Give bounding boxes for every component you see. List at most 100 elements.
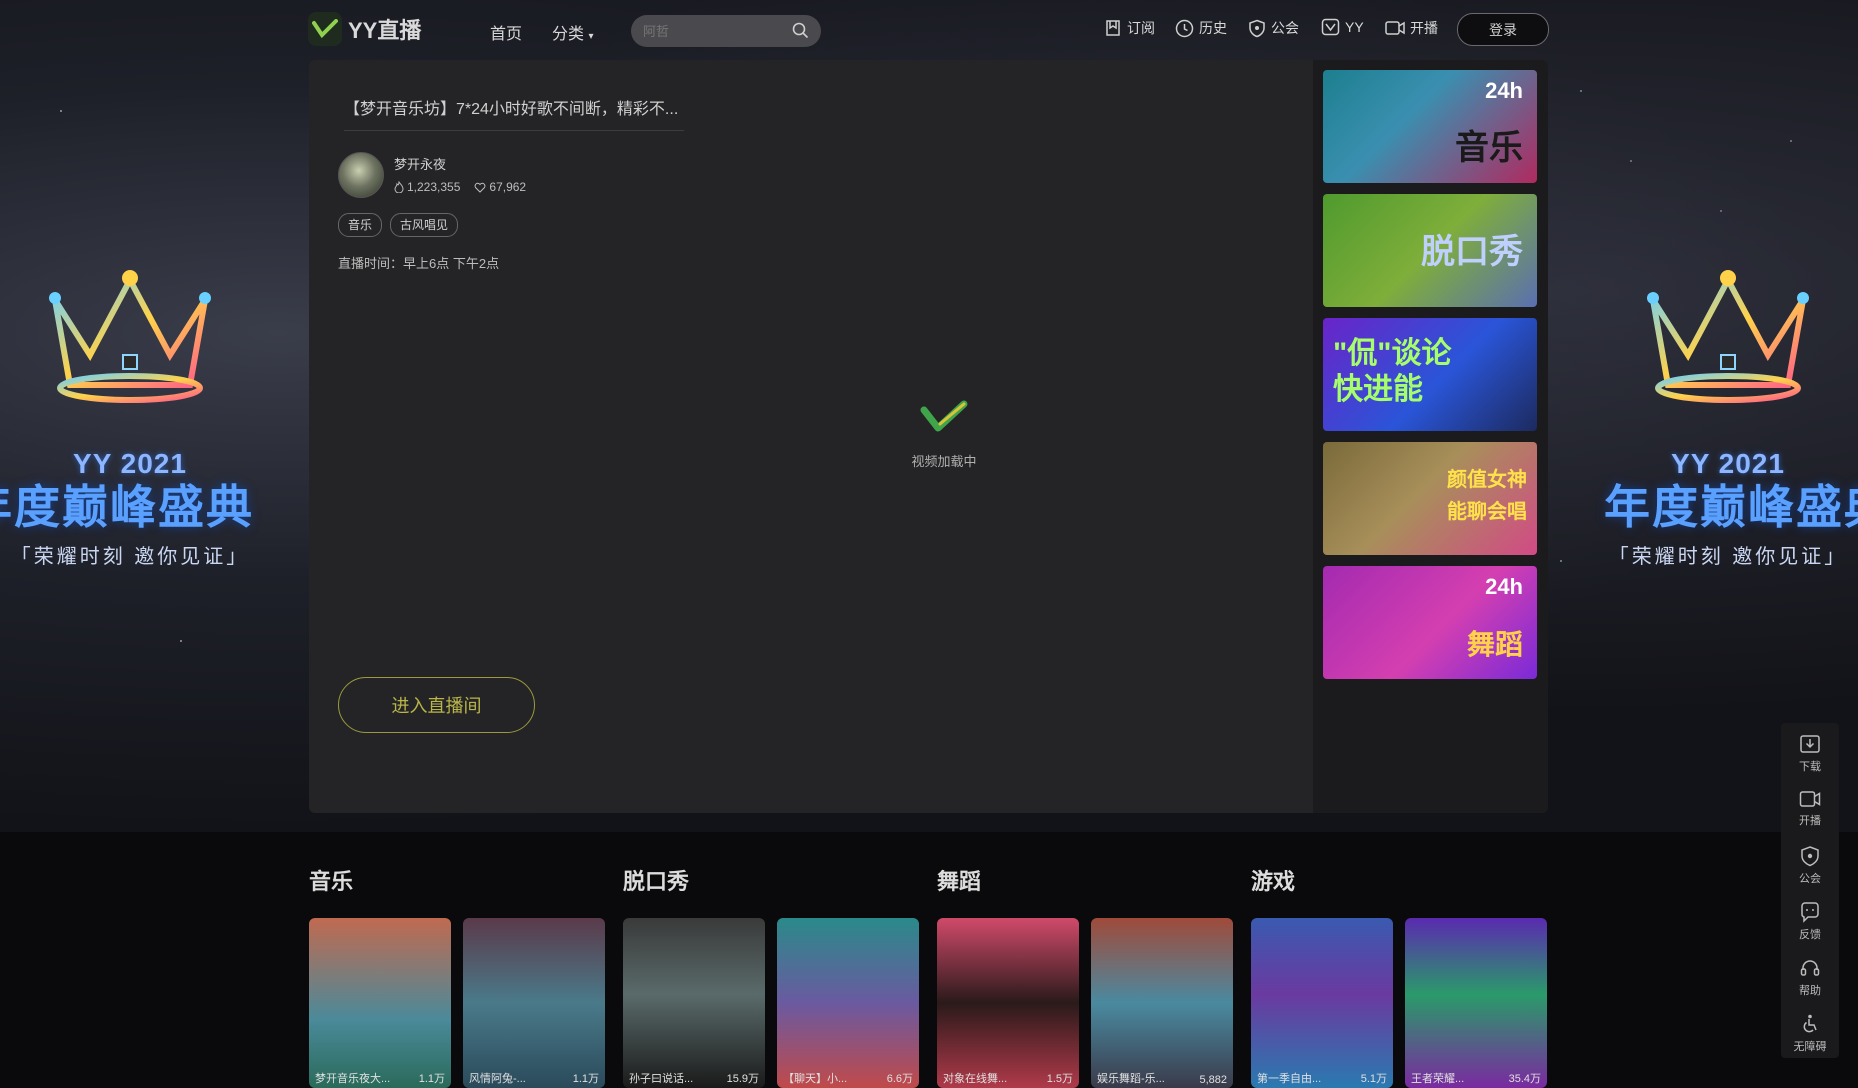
card-title: 王者荣耀... [1411,1073,1465,1085]
card-title: 第一季自由... [1257,1073,1322,1085]
room-title: 【梦开音乐坊】7*24小时好歌不间断，精彩不... [344,90,684,131]
nav-category[interactable]: 分类 ▾ [552,20,594,44]
toolbar-help[interactable]: 帮助 [1781,957,1839,998]
category-talkshow: 脱口秀 孙子曰说话... 15.9万 【聊天】小... 6.6万 [623,864,919,1088]
nav-history-label: 历史 [1199,20,1227,36]
thumb-badge: 24h [1485,574,1523,599]
enter-room-button[interactable]: 进入直播间 [338,677,535,733]
live-card[interactable]: 王者荣耀... 35.4万 [1405,918,1547,1088]
toolbar-feedback[interactable]: 反馈 [1781,901,1839,942]
video-camera-icon [1385,21,1405,35]
live-card[interactable]: 孙子曰说话... 15.9万 [623,918,765,1088]
toolbar-accessibility[interactable]: 无障碍 [1781,1013,1839,1054]
nav-start-live-label: 开播 [1410,20,1438,36]
event-name: 年度巅峰盛典 [0,481,254,533]
event-banner-left: YY 2021 年度巅峰盛典 「荣耀时刻 邀你见证」 [0,260,260,590]
card-viewers: 5,882 [1199,1074,1227,1086]
heart-icon [474,182,486,193]
nav-yy[interactable]: YY [1321,18,1364,36]
toolbar-guild[interactable]: 公会 [1781,845,1839,886]
category-dance: 舞蹈 对象在线舞... 1.5万 娱乐舞蹈-乐... 5,882 [937,864,1233,1088]
nav-home[interactable]: 首页 [490,20,522,44]
live-card[interactable]: 第一季自由... 5.1万 [1251,918,1393,1088]
crown-icon [1633,260,1823,420]
category-title[interactable]: 舞蹈 [937,864,1233,896]
loading-indicator: 视频加载中 [874,400,1014,470]
video-player[interactable]: 【梦开音乐坊】7*24小时好歌不间断，精彩不... 梦开永夜 1,223,355… [309,60,1313,813]
recommended-room-thumb[interactable]: 颜值女神 能聊会唱 [1323,442,1537,555]
card-title: 风情阿兔-... [469,1073,526,1085]
yy-loading-icon [920,400,968,432]
tag-ancient-style[interactable]: 古风唱见 [390,213,459,237]
category-game: 游戏 第一季自由... 5.1万 王者荣耀... 35.4万 [1251,864,1547,1088]
recommended-rooms: 24h 音乐 脱口秀 "侃"谈论 快进能 颜值女神 能聊会唱 24h 舞蹈 [1313,60,1548,813]
wheelchair-icon [1803,1014,1817,1033]
category-title[interactable]: 游戏 [1251,864,1547,896]
card-viewers: 35.4万 [1508,1073,1541,1085]
yy-app-icon [1321,18,1340,36]
event-banner-right: YY 2021 年度巅峰盛典 「荣耀时刻 邀你见证」 [1598,260,1858,590]
recommended-room-thumb[interactable]: 24h 舞蹈 [1323,566,1537,679]
toolbar-download-label: 下载 [1799,761,1821,773]
card-title: 对象在线舞... [943,1073,1008,1085]
search-icon[interactable] [792,22,809,44]
avatar[interactable] [338,152,384,198]
like-count: 67,962 [474,180,526,194]
toolbar-download[interactable]: 下载 [1781,733,1839,774]
room-tags: 音乐 古风唱见 [338,213,459,237]
search-input[interactable] [631,22,785,40]
event-year: YY 2021 [73,448,187,479]
live-card[interactable]: 梦开音乐夜大... 1.1万 [309,918,451,1088]
yy-logo-icon [308,12,342,46]
card-title: 孙子曰说话... [629,1073,694,1085]
site-logo[interactable]: YY直播 [308,12,421,46]
toolbar-start-live[interactable]: 开播 [1781,789,1839,828]
toolbar-help-label: 帮助 [1799,985,1821,997]
nav-history[interactable]: 历史 [1175,18,1227,38]
room-stats: 1,223,355 67,962 [394,180,526,194]
nav-category-label: 分类 [552,26,585,43]
video-camera-icon [1799,791,1821,807]
recommended-room-thumb[interactable]: 24h 音乐 [1323,70,1537,183]
viewer-count: 1,223,355 [394,180,460,194]
live-card[interactable]: 风情阿兔-... 1.1万 [463,918,605,1088]
nav-subscribe[interactable]: 订阅 [1104,18,1155,38]
anchor-name[interactable]: 梦开永夜 [394,154,446,173]
toolbar-start-live-label: 开播 [1799,815,1821,827]
card-viewers: 5.1万 [1360,1073,1387,1085]
nav-start-live[interactable]: 开播 [1385,18,1438,38]
tag-music[interactable]: 音乐 [338,213,383,237]
live-card[interactable]: 娱乐舞蹈-乐... 5,882 [1091,918,1233,1088]
download-icon [1800,735,1820,753]
live-card[interactable]: 对象在线舞... 1.5万 [937,918,1079,1088]
recommended-room-thumb[interactable]: "侃"谈论 快进能 [1323,318,1537,431]
top-header: YY直播 首页 分类 ▾ 订阅 历史 公会 YY 开播 登录 [0,0,1858,58]
viewer-count-value: 1,223,355 [407,180,461,194]
recommended-room-thumb[interactable]: 脱口秀 [1323,194,1537,307]
nav-guild-label: 公会 [1271,20,1299,36]
shield-icon [1801,846,1819,867]
logo-text: YY直播 [348,18,422,43]
headset-icon [1800,960,1820,976]
card-viewers: 15.9万 [726,1073,759,1085]
event-slogan: 「荣耀时刻 邀你见证」 [1608,546,1848,568]
like-count-value: 67,962 [489,180,527,194]
category-title[interactable]: 脱口秀 [623,864,919,896]
toolbar-accessibility-label: 无障碍 [1793,1041,1827,1053]
bookmark-icon [1106,20,1120,36]
card-viewers: 6.6万 [886,1073,913,1085]
login-button[interactable]: 登录 [1457,13,1549,46]
category-title[interactable]: 音乐 [309,864,605,896]
live-card[interactable]: 【聊天】小... 6.6万 [777,918,919,1088]
nav-guild[interactable]: 公会 [1248,18,1299,38]
card-viewers: 1.1万 [572,1073,599,1085]
flame-icon [394,181,404,193]
live-room-panel: 【梦开音乐坊】7*24小时好歌不间断，精彩不... 梦开永夜 1,223,355… [309,60,1548,813]
card-title: 梦开音乐夜大... [315,1073,391,1085]
crown-icon [35,260,225,420]
thumb-label: 舞蹈 [1466,629,1523,660]
search-box [631,15,821,47]
loading-text: 视频加载中 [911,454,977,469]
card-title: 娱乐舞蹈-乐... [1097,1073,1165,1085]
event-year: YY 2021 [1671,448,1785,479]
